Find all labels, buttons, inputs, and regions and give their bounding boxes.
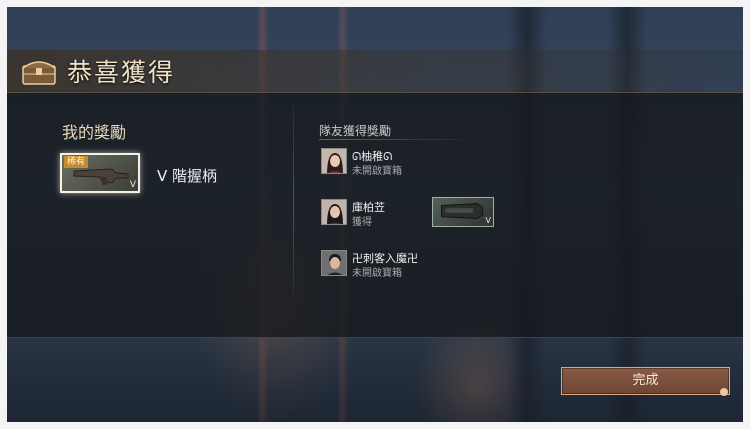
female-avatar-icon	[321, 148, 347, 174]
page-title: 恭喜獲得	[67, 58, 176, 87]
confirm-button[interactable]: 完成	[561, 367, 730, 395]
panel-divider	[293, 105, 294, 295]
team-rewards-heading: 隊友獲得獎勵	[319, 124, 392, 138]
female-avatar-icon	[321, 199, 347, 225]
heading-underline	[319, 139, 479, 140]
male-avatar-icon	[321, 250, 347, 276]
my-rewards-heading: 我的獎勵	[62, 123, 127, 142]
corner-ornament	[720, 388, 728, 396]
team-member-row: 卍刺客入魔卍 未開啟寶箱	[321, 250, 521, 279]
weapon-grip-icon	[73, 168, 129, 185]
team-member-row: ᘏ柚稚ᘏ 未開啟寶箱	[321, 148, 521, 177]
title-bar: 恭喜獲得	[7, 50, 743, 92]
reward-panel: 我的獎勵 稀有 V V 階握柄 隊友獲得獎勵 ᘏ柚稚ᘏ 未開啟寶箱 庫柏苙 獲得…	[7, 92, 743, 338]
my-reward-item-slot[interactable]: 稀有 V	[60, 153, 140, 193]
tier-badge: V	[129, 180, 136, 190]
my-reward-name: V 階握柄	[157, 167, 218, 185]
member-status: 未開啟寶箱	[352, 268, 402, 279]
treasure-chest-icon	[22, 61, 56, 85]
weapon-stock-icon	[441, 203, 484, 220]
tier-badge: V	[485, 216, 491, 225]
member-reward-item-slot[interactable]: V	[432, 197, 494, 227]
member-status: 未開啟寶箱	[352, 166, 402, 177]
member-status: 獲得	[352, 217, 372, 228]
